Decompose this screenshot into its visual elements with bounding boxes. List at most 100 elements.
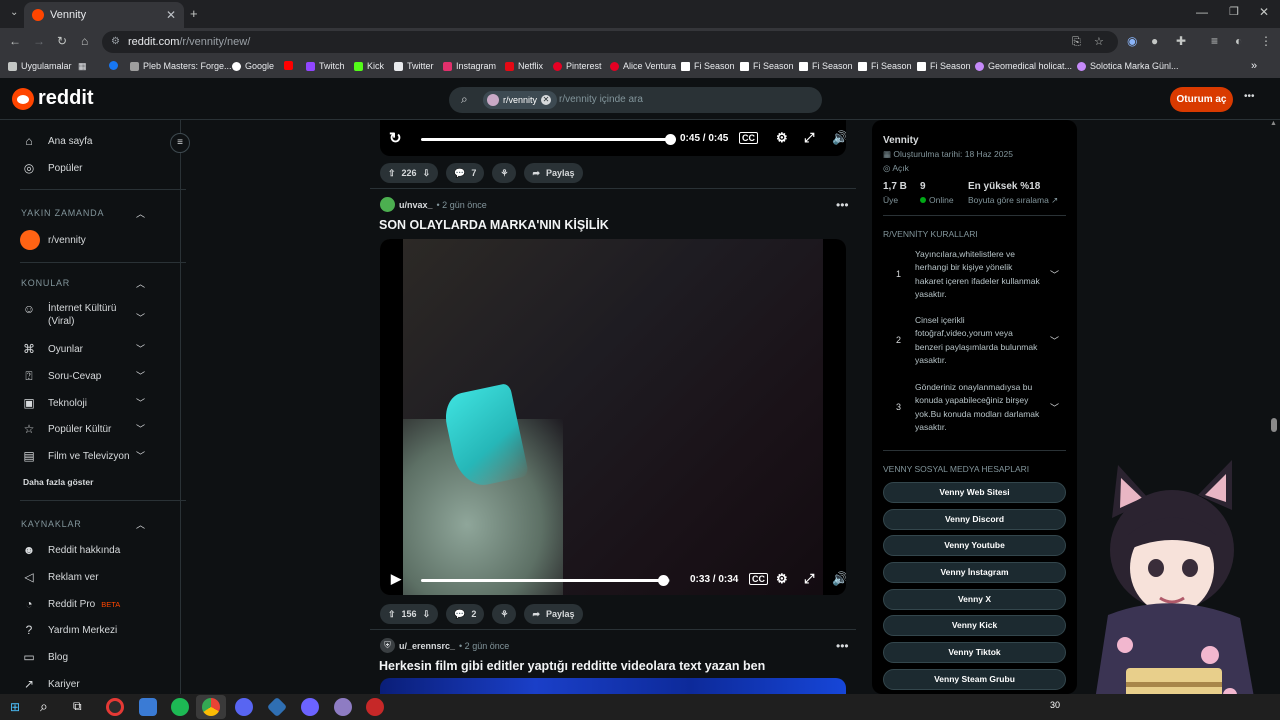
- bookmark-netflix[interactable]: Netflix: [505, 61, 543, 71]
- apps-grid-icon[interactable]: ▦: [78, 61, 87, 72]
- share-button[interactable]: ➦ Paylaş: [524, 604, 583, 624]
- chevron-up-icon[interactable]: ︿: [136, 518, 145, 531]
- video-player-3[interactable]: [380, 678, 846, 694]
- nav-topic-film-tv[interactable]: ▤ Film ve Televizyon: [20, 449, 129, 463]
- replay-icon[interactable]: ↻: [389, 129, 402, 147]
- app-misc-icon[interactable]: [301, 698, 319, 716]
- clear-chip-icon[interactable]: ✕: [541, 95, 552, 105]
- post-options-icon[interactable]: •••: [836, 198, 849, 212]
- install-app-icon[interactable]: ⎘: [1072, 31, 1081, 53]
- settings-gear-icon[interactable]: ⚙: [776, 571, 788, 587]
- bookmark-pleb-masters[interactable]: Pleb Masters: Forge...: [130, 61, 232, 71]
- app-calculator-icon[interactable]: [139, 698, 157, 716]
- app-vscode-icon[interactable]: [266, 696, 288, 718]
- scroll-up-icon[interactable]: ▲: [1270, 120, 1277, 127]
- nav-topic-games[interactable]: ⌘ Oyunlar: [20, 342, 83, 356]
- chevron-down-icon[interactable]: ﹀: [1050, 401, 1059, 414]
- home-icon[interactable]: ⌂: [81, 34, 88, 48]
- reload-icon[interactable]: ↻: [57, 34, 67, 48]
- settings-gear-icon[interactable]: ⚙: [776, 130, 788, 146]
- video-progress-bar[interactable]: [421, 579, 663, 582]
- captions-icon[interactable]: CC: [749, 573, 768, 585]
- bookmark-fi-season-1[interactable]: Fi Season: [681, 61, 735, 71]
- bookmark-twitch[interactable]: Twitch: [306, 61, 345, 71]
- bookmark-fi-season-3[interactable]: Fi Season: [799, 61, 853, 71]
- browser-tab[interactable]: Vennity ✕: [24, 2, 184, 28]
- search-bar[interactable]: ⌕ r/vennity ✕ r/vennity içinde ara: [449, 87, 822, 113]
- new-tab-icon[interactable]: +: [190, 6, 198, 21]
- fullscreen-icon[interactable]: ⤢: [804, 130, 814, 146]
- nav-about-reddit[interactable]: ☻ Reddit hakkında: [20, 543, 121, 557]
- media-control-icon[interactable]: ≡: [1211, 34, 1218, 48]
- video-scrubber[interactable]: [658, 575, 669, 586]
- app-obs-icon[interactable]: [106, 698, 124, 716]
- search-placeholder[interactable]: r/vennity içinde ara: [559, 94, 643, 105]
- recent-heading[interactable]: YAKIN ZAMANDA: [21, 208, 104, 218]
- upvote-icon[interactable]: ⇧: [388, 609, 396, 620]
- play-icon[interactable]: ▶: [391, 571, 401, 587]
- chevron-down-icon[interactable]: ﹀: [136, 311, 145, 324]
- more-options-icon[interactable]: •••: [1244, 91, 1255, 102]
- bookmark-youtube[interactable]: [284, 61, 297, 70]
- nav-help-center[interactable]: ? Yardım Merkezi: [20, 623, 118, 637]
- bookmark-instagram[interactable]: Instagram: [443, 61, 496, 71]
- nav-topic-pop-culture[interactable]: ☆ Popüler Kültür: [20, 422, 112, 436]
- extension-audio-icon[interactable]: ◉: [1127, 34, 1137, 48]
- chevron-down-icon[interactable]: ﹀: [136, 369, 145, 382]
- fullscreen-icon[interactable]: ⤢: [804, 571, 814, 587]
- app-chrome-icon[interactable]: [202, 698, 220, 716]
- app-discord-icon[interactable]: [235, 698, 253, 716]
- bookmark-alice-ventura[interactable]: Alice Ventura: [610, 61, 676, 71]
- chevron-down-icon[interactable]: ﹀: [136, 396, 145, 409]
- reddit-logo-text[interactable]: reddit: [38, 87, 94, 110]
- award-button[interactable]: ⚘: [492, 604, 517, 624]
- chevron-down-icon[interactable]: ﹀: [136, 449, 145, 462]
- app-spotify-icon[interactable]: [171, 698, 189, 716]
- more-bookmarks-icon[interactable]: »: [1251, 60, 1257, 72]
- downvote-icon[interactable]: ⇩: [423, 168, 431, 179]
- task-view-icon[interactable]: ⧉: [73, 699, 82, 714]
- chevron-down-icon[interactable]: ﹀: [1050, 268, 1059, 281]
- bookmark-twitter[interactable]: Twitter: [394, 61, 434, 71]
- app-record-icon[interactable]: [366, 698, 384, 716]
- topics-heading[interactable]: KONULAR: [21, 278, 70, 288]
- post-title-2[interactable]: SON OLAYLARDA MARKA'NIN KİŞİLİK: [379, 218, 609, 232]
- volume-icon[interactable]: 🔊: [832, 571, 846, 587]
- address-bar[interactable]: ⚙ reddit.com/r/vennity/new/ ⎘ ☆: [102, 31, 1118, 53]
- nav-home[interactable]: ⌂ Ana sayfa: [20, 134, 92, 148]
- minimize-icon[interactable]: —: [1196, 5, 1208, 19]
- video-progress-bar[interactable]: [421, 138, 670, 141]
- nav-recent-vennity[interactable]: r/vennity: [20, 230, 86, 250]
- bookmark-star-icon[interactable]: ☆: [1094, 31, 1104, 53]
- nav-careers[interactable]: ↗ Kariyer: [20, 677, 80, 691]
- restore-icon[interactable]: ❐: [1229, 5, 1239, 18]
- video-scrubber[interactable]: [665, 134, 676, 145]
- resources-heading[interactable]: KAYNAKLAR: [21, 519, 82, 529]
- profile-avatar-icon[interactable]: ◐: [1235, 34, 1242, 48]
- start-menu-icon[interactable]: ⊞: [10, 700, 20, 714]
- captions-icon[interactable]: CC: [739, 132, 758, 144]
- post-title-3[interactable]: Herkesin film gibi editler yaptığı reddi…: [379, 659, 765, 673]
- chevron-down-icon[interactable]: ﹀: [136, 342, 145, 355]
- login-button[interactable]: Oturum aç: [1170, 87, 1233, 112]
- chevron-up-icon[interactable]: ︿: [136, 277, 145, 290]
- site-info-icon[interactable]: ⚙: [111, 31, 120, 53]
- bookmark-apps[interactable]: Uygulamalar: [8, 61, 72, 71]
- user-avatar-icon[interactable]: ⛨: [380, 638, 395, 653]
- bookmark-fi-season-4[interactable]: Fi Season: [858, 61, 912, 71]
- nav-advertise[interactable]: ◁ Reklam ver: [20, 570, 98, 584]
- close-tab-icon[interactable]: ✕: [166, 8, 176, 22]
- nav-blog[interactable]: ▭ Blog: [20, 650, 68, 664]
- share-button[interactable]: ➦ Paylaş: [524, 163, 583, 183]
- bookmark-pinterest[interactable]: Pinterest: [553, 61, 602, 71]
- video-player-2[interactable]: ▶ 0:33 / 0:34 CC ⚙ ⤢ 🔊: [380, 239, 846, 595]
- bookmark-fi-season-2[interactable]: Fi Season: [740, 61, 794, 71]
- browser-menu-icon[interactable]: ⋮: [1260, 34, 1272, 48]
- reddit-logo-icon[interactable]: [12, 88, 34, 110]
- user-avatar-icon[interactable]: [380, 197, 395, 212]
- bookmark-fi-season-5[interactable]: Fi Season: [917, 61, 971, 71]
- collapse-nav-icon[interactable]: ≡: [170, 133, 190, 153]
- taskbar-search-icon[interactable]: ⌕: [40, 698, 48, 715]
- bookmark-solotica[interactable]: Solotica Marka Günl...: [1077, 61, 1179, 71]
- window-close-icon[interactable]: ✕: [1259, 5, 1269, 19]
